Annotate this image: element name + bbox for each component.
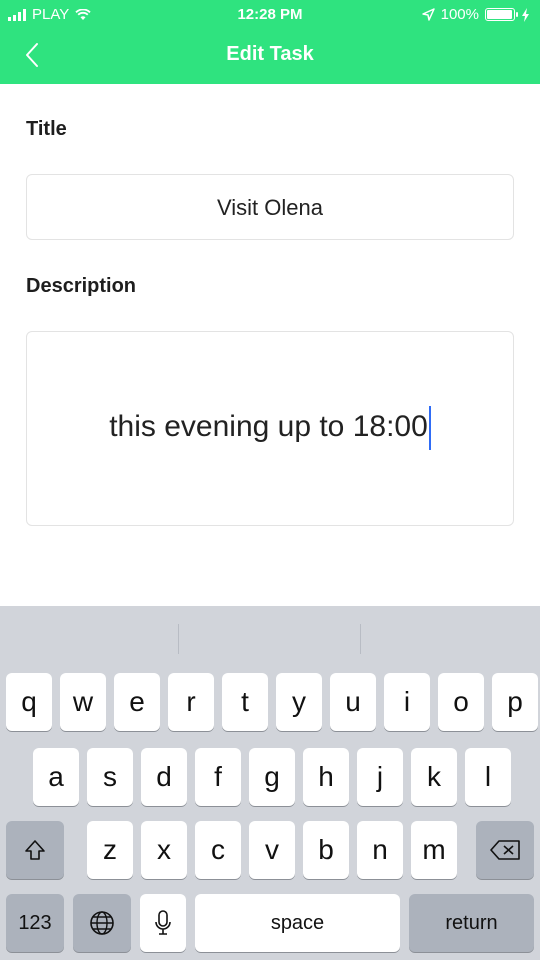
key-x[interactable]: x — [141, 821, 187, 879]
key-q[interactable]: q — [6, 673, 52, 731]
status-right: 100% — [421, 6, 530, 23]
description-label: Description — [26, 275, 137, 297]
key-n[interactable]: n — [357, 821, 403, 879]
key-u[interactable]: u — [330, 673, 376, 731]
key-v[interactable]: v — [249, 821, 295, 879]
microphone-icon — [155, 910, 171, 935]
dictation-key[interactable] — [140, 894, 186, 952]
text-caret — [428, 406, 431, 450]
key-h[interactable]: h — [303, 748, 349, 806]
battery-icon — [485, 8, 518, 21]
title-field[interactable]: Visit Olena — [26, 174, 514, 240]
key-s[interactable]: s — [87, 748, 133, 806]
key-i[interactable]: i — [384, 673, 430, 731]
key-t[interactable]: t — [222, 673, 268, 731]
suggestion-divider — [360, 624, 361, 654]
key-a[interactable]: a — [33, 748, 79, 806]
key-m[interactable]: m — [411, 821, 457, 879]
suggestion-bar — [0, 606, 540, 672]
key-p[interactable]: p — [492, 673, 538, 731]
description-text: this evening up to 18:00 — [27, 406, 513, 450]
space-key[interactable]: space — [195, 894, 400, 952]
key-c[interactable]: c — [195, 821, 241, 879]
key-y[interactable]: y — [276, 673, 322, 731]
key-j[interactable]: j — [357, 748, 403, 806]
key-f[interactable]: f — [195, 748, 241, 806]
shift-key[interactable] — [6, 821, 64, 879]
key-r[interactable]: r — [168, 673, 214, 731]
title-value: Visit Olena — [217, 195, 323, 220]
key-l[interactable]: l — [465, 748, 511, 806]
key-o[interactable]: o — [438, 673, 484, 731]
suggestion-divider — [178, 624, 179, 654]
charging-icon — [522, 7, 529, 22]
key-d[interactable]: d — [141, 748, 187, 806]
battery-fill — [487, 10, 512, 19]
battery-percent: 100% — [440, 6, 479, 23]
key-b[interactable]: b — [303, 821, 349, 879]
title-label: Title — [26, 118, 67, 140]
return-key[interactable]: return — [409, 894, 534, 952]
key-g[interactable]: g — [249, 748, 295, 806]
key-w[interactable]: w — [60, 673, 106, 731]
key-k[interactable]: k — [411, 748, 457, 806]
keyboard: qwertyuiop asdfghjkl zxcvbnm 123 space ret… — [0, 606, 540, 960]
backspace-icon — [490, 840, 520, 860]
globe-icon — [90, 911, 114, 935]
shift-icon — [25, 840, 45, 860]
key-z[interactable]: z — [87, 821, 133, 879]
description-field[interactable]: this evening up to 18:00 — [26, 331, 514, 526]
description-value: this evening up to 18:00 — [109, 409, 428, 443]
delete-key[interactable] — [476, 821, 534, 879]
location-icon — [421, 8, 435, 21]
status-bar: PLAY 12:28 PM 100% — [0, 0, 540, 30]
app-header: PLAY 12:28 PM 100% Edit Task — [0, 0, 540, 84]
numbers-key[interactable]: 123 — [6, 894, 64, 952]
page-title: Edit Task — [226, 43, 314, 65]
key-e[interactable]: e — [114, 673, 160, 731]
globe-key[interactable] — [73, 894, 131, 952]
nav-bar: Edit Task — [0, 30, 540, 84]
